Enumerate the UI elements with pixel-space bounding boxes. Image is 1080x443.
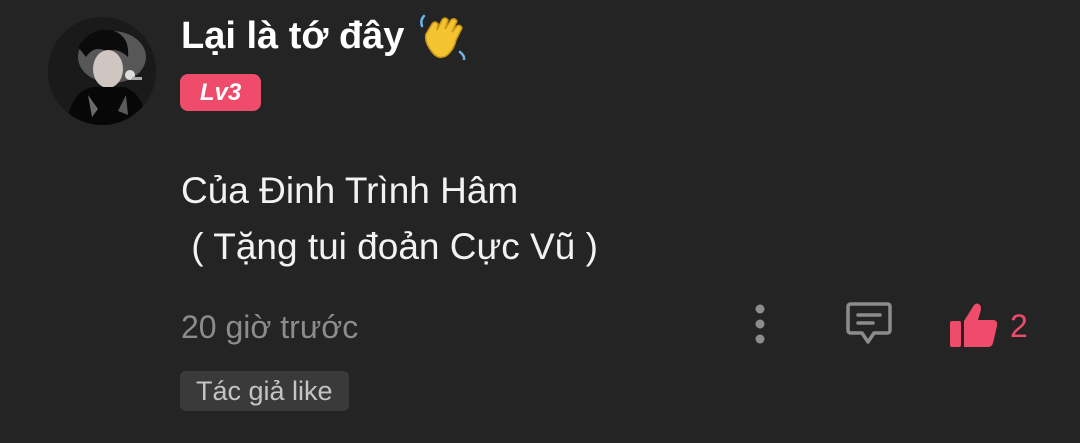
comment-line: Của Đinh Trình Hâm (181, 170, 519, 211)
more-options-button[interactable] (740, 300, 780, 348)
like-count: 2 (1010, 308, 1028, 344)
author-like-tag: Tác giả like (180, 371, 349, 411)
comment-line: ( Tặng tui đoản Cực Vũ ) (181, 226, 598, 267)
timestamp: 20 giờ trước (181, 309, 359, 345)
reply-button[interactable] (842, 298, 896, 350)
comment-reply-icon (846, 302, 892, 344)
avatar[interactable] (48, 17, 156, 125)
comment-card: Lại là tớ đây Lv3 Của Đinh Trình Hâm ( T… (0, 0, 1080, 443)
waving-hand-icon (418, 12, 468, 62)
thumbs-up-icon (950, 303, 998, 347)
comment-text: Của Đinh Trình Hâm ( Tặng tui đoản Cực V… (181, 163, 598, 275)
level-badge: Lv3 (180, 74, 261, 111)
username[interactable]: Lại là tớ đây (181, 13, 404, 59)
more-vertical-icon (755, 304, 765, 344)
like-button[interactable]: 2 (948, 298, 1048, 354)
